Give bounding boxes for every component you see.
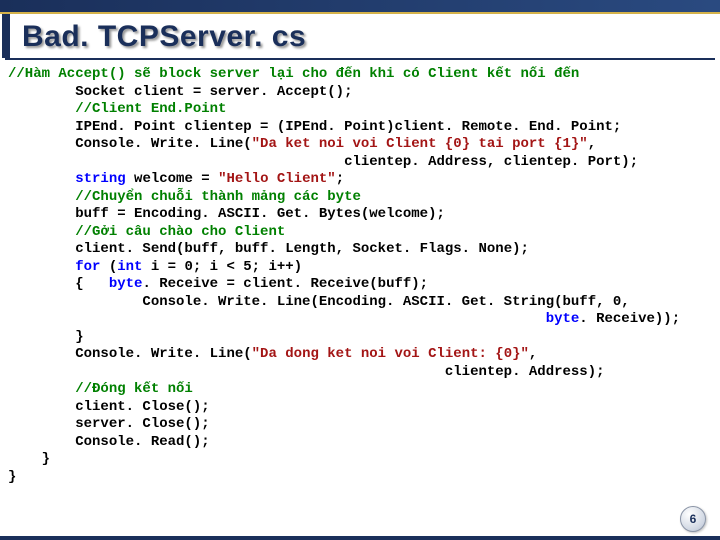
code-line: IPEnd. Point clientep = (IPEnd. Point)cl… <box>8 119 712 137</box>
code-line: Console. Write. Line(Encoding. ASCII. Ge… <box>8 294 712 312</box>
title-bar: Bad. TCPServer. cs <box>2 14 720 58</box>
code-line: byte. Receive)); <box>8 311 712 329</box>
code-line: //Hàm Accept() sẽ block server lại cho đ… <box>8 66 712 84</box>
slide-top-band <box>0 0 720 14</box>
code-line: } <box>8 469 712 487</box>
code-line: client. Send(buff, buff. Length, Socket.… <box>8 241 712 259</box>
code-line: for (int i = 0; i < 5; i++) <box>8 259 712 277</box>
code-line: //Chuyển chuỗi thành mảng các byte <box>8 189 712 207</box>
code-line: } <box>8 451 712 469</box>
code-line: Console. Read(); <box>8 434 712 452</box>
slide-bottom-band <box>0 536 720 540</box>
code-line: //Gởi câu chào cho Client <box>8 224 712 242</box>
code-line: Console. Write. Line("Da ket noi voi Cli… <box>8 136 712 154</box>
code-line: //Đóng kết nối <box>8 381 712 399</box>
code-line: Socket client = server. Accept(); <box>8 84 712 102</box>
code-line: { byte. Receive = client. Receive(buff); <box>8 276 712 294</box>
code-line: server. Close(); <box>8 416 712 434</box>
code-block: //Hàm Accept() sẽ block server lại cho đ… <box>0 60 720 486</box>
code-line: Console. Write. Line("Da dong ket noi vo… <box>8 346 712 364</box>
page-number: 6 <box>690 512 697 526</box>
code-line: client. Close(); <box>8 399 712 417</box>
code-line: //Client End.Point <box>8 101 712 119</box>
code-line: } <box>8 329 712 347</box>
code-line: clientep. Address, clientep. Port); <box>8 154 712 172</box>
code-line: string welcome = "Hello Client"; <box>8 171 712 189</box>
code-line: clientep. Address); <box>8 364 712 382</box>
code-line: buff = Encoding. ASCII. Get. Bytes(welco… <box>8 206 712 224</box>
slide-title: Bad. TCPServer. cs <box>22 20 708 54</box>
page-number-badge: 6 <box>680 506 706 532</box>
